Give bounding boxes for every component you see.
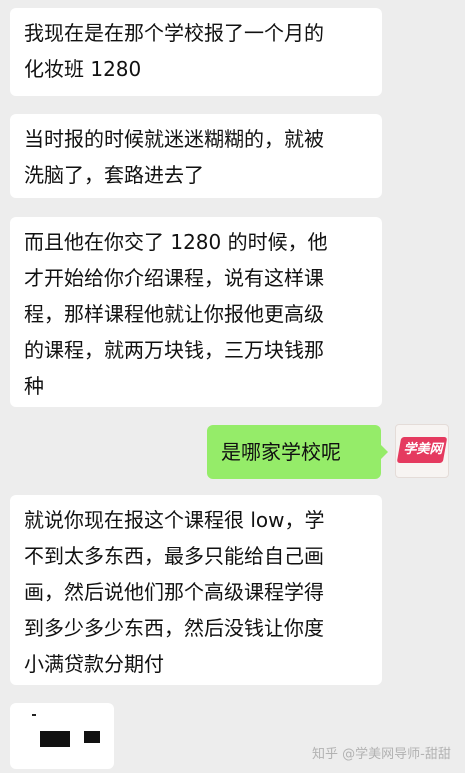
message-text-line: 种 [24,374,44,398]
message-text-line: 小满贷款分期付 [24,652,164,676]
message-text-line: 到多少多少东西，然后没钱让你度 [24,616,324,640]
redaction-block [84,731,100,743]
redaction-block [40,731,70,747]
partial-text-mark [32,714,36,716]
chat-thread: 我现在是在那个学校报了一个月的 化妆班 1280 当时报的时候就迷迷糊糊的，就被… [0,0,465,773]
message-text-line: 不到太多东西，最多只能给自己画 [24,544,324,568]
watermark: 知乎 @学美网导师-甜甜 [312,747,451,762]
message-bubble-received[interactable]: 当时报的时候就迷迷糊糊的，就被 洗脑了，套路进去了 [10,114,382,198]
avatar-logo-text: 学美网 [403,442,443,457]
message-text: 是哪家学校呢 [221,440,341,464]
message-text-line: 的课程，就两万块钱，三万块钱那 [24,338,324,362]
message-text-line: 画，然后说他们那个高级课程学得 [24,580,324,604]
message-text-line: 当时报的时候就迷迷糊糊的，就被 [24,127,324,151]
message-text-line: 我现在是在那个学校报了一个月的 [24,21,324,45]
message-text-line: 洗脑了，套路进去了 [24,163,204,187]
message-bubble-received[interactable]: 我现在是在那个学校报了一个月的 化妆班 1280 [10,8,382,96]
message-bubble-received[interactable]: 而且他在你交了 1280 的时候，他 才开始给你介绍课程，说有这样课 程，那样课… [10,217,382,407]
avatar[interactable]: 学美网 [395,424,449,478]
message-bubble-sent[interactable]: 是哪家学校呢 [207,425,388,479]
message-text-line: 才开始给你介绍课程，说有这样课 [24,266,324,290]
message-text-line: 就说你现在报这个课程很 low，学 [24,508,325,532]
message-text-line: 化妆班 1280 [24,57,142,81]
message-text-line: 程，那样课程他就让你报他更高级 [24,302,324,326]
message-text-line: 而且他在你交了 1280 的时候，他 [24,230,328,254]
message-bubble-received[interactable]: 就说你现在报这个课程很 low，学 不到太多东西，最多只能给自己画 画，然后说他… [10,495,382,685]
